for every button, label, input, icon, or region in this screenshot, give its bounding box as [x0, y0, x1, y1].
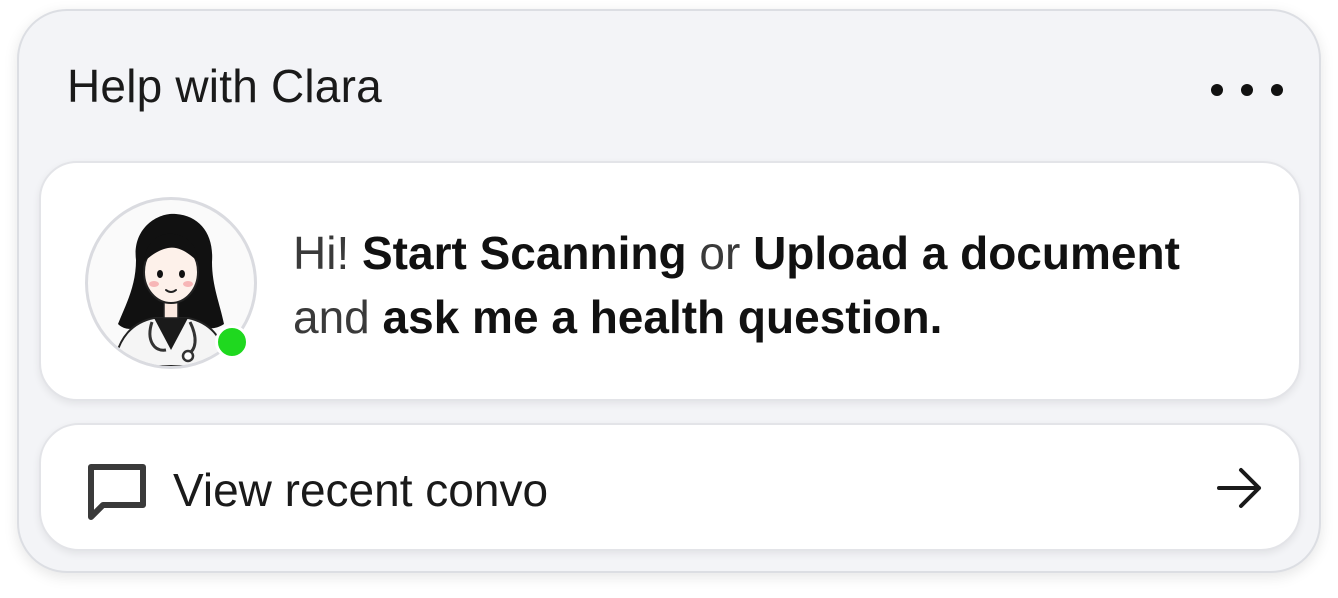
- greeting-text: Hi!: [293, 227, 362, 279]
- view-recent-convo-button[interactable]: View recent convo: [39, 423, 1301, 551]
- upload-document-link[interactable]: Upload a document: [753, 227, 1180, 279]
- widget-title: Help with Clara: [67, 60, 382, 112]
- assistant-card: Hi! Start Scanning or Upload a document …: [39, 161, 1301, 401]
- more-dot-icon: [1241, 84, 1253, 96]
- chat-bubble-icon: [88, 464, 146, 520]
- greeting-text: or: [686, 227, 754, 279]
- start-scanning-link[interactable]: Start Scanning: [362, 227, 687, 279]
- greeting-text: and: [293, 291, 383, 343]
- avatar-container: [85, 197, 257, 369]
- online-status-indicator: [215, 325, 249, 359]
- ask-question-link[interactable]: ask me a health question.: [383, 291, 943, 343]
- assistant-greeting: Hi! Start Scanning or Upload a document …: [293, 221, 1283, 349]
- more-dot-icon: [1271, 84, 1283, 96]
- more-dot-icon: [1211, 84, 1223, 96]
- view-recent-convo-label: View recent convo: [173, 464, 549, 516]
- more-options-button[interactable]: [1211, 77, 1283, 103]
- clara-help-widget: Help with Clara Hi! Start Scanning or Up…: [17, 9, 1321, 573]
- arrow-right-icon: [1217, 468, 1261, 508]
